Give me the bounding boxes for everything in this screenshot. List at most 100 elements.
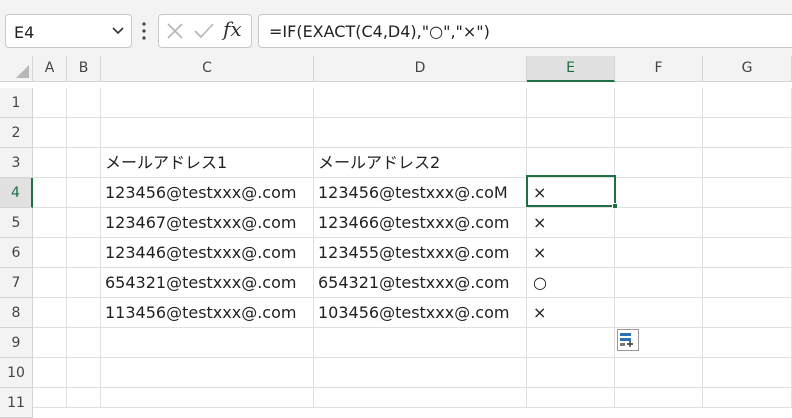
- cell-b9[interactable]: [67, 328, 101, 358]
- cell-c9[interactable]: [101, 328, 314, 358]
- cell-f5[interactable]: [615, 208, 703, 238]
- cell-e1[interactable]: [527, 88, 615, 118]
- row-header-9[interactable]: 9: [0, 328, 33, 358]
- column-header-f[interactable]: F: [615, 56, 703, 82]
- cell-b10[interactable]: [67, 358, 101, 388]
- formula-text[interactable]: =IF(EXACT(C4,D4),"○","×"): [269, 22, 490, 41]
- cell-g6[interactable]: [703, 238, 792, 268]
- cell-b3[interactable]: [67, 148, 101, 178]
- cell-e9[interactable]: [527, 328, 615, 358]
- cell-a11[interactable]: [33, 388, 67, 408]
- cell-a1[interactable]: [33, 88, 67, 118]
- cell-g2[interactable]: [703, 118, 792, 148]
- cell-d4[interactable]: 123456@testxxx@.coM: [314, 178, 527, 208]
- paste-options-button[interactable]: [617, 329, 639, 351]
- cell-c4[interactable]: 123456@testxxx@.com: [101, 178, 314, 208]
- cell-d1[interactable]: [314, 88, 527, 118]
- cell-d5[interactable]: 123466@testxxx@.com: [314, 208, 527, 238]
- fill-handle[interactable]: [612, 203, 618, 209]
- cell-a3[interactable]: [33, 148, 67, 178]
- cell-d2[interactable]: [314, 118, 527, 148]
- cell-g5[interactable]: [703, 208, 792, 238]
- row-header-2[interactable]: 2: [0, 118, 33, 148]
- cell-g3[interactable]: [703, 148, 792, 178]
- select-all-button[interactable]: [0, 56, 33, 82]
- cell-a9[interactable]: [33, 328, 67, 358]
- column-header-g[interactable]: G: [703, 56, 792, 82]
- cell-a6[interactable]: [33, 238, 67, 268]
- row-header-7[interactable]: 7: [0, 268, 33, 298]
- cell-c7[interactable]: 654321@testxxx@.com: [101, 268, 314, 298]
- row-header-4[interactable]: 4: [0, 178, 33, 208]
- cell-c10[interactable]: [101, 358, 314, 388]
- cell-e5[interactable]: ×: [527, 208, 615, 238]
- row-header-1[interactable]: 1: [0, 88, 33, 118]
- cell-g9[interactable]: [703, 328, 792, 358]
- row-header-10[interactable]: 10: [0, 358, 33, 388]
- cell-b5[interactable]: [67, 208, 101, 238]
- cell-g8[interactable]: [703, 298, 792, 328]
- cell-b11[interactable]: [67, 388, 101, 408]
- cell-d9[interactable]: [314, 328, 527, 358]
- cell-f3[interactable]: [615, 148, 703, 178]
- row-header-3[interactable]: 3: [0, 148, 33, 178]
- column-header-a[interactable]: A: [33, 56, 67, 82]
- cell-g1[interactable]: [703, 88, 792, 118]
- cell-f8[interactable]: [615, 298, 703, 328]
- row-header-5[interactable]: 5: [0, 208, 33, 238]
- name-box[interactable]: E4: [5, 14, 132, 48]
- cell-d11[interactable]: [314, 388, 527, 408]
- cell-c3[interactable]: メールアドレス1: [101, 148, 314, 178]
- cell-c11[interactable]: [101, 388, 314, 408]
- cell-e6[interactable]: ×: [527, 238, 615, 268]
- check-icon[interactable]: [193, 22, 215, 40]
- cell-e3[interactable]: [527, 148, 615, 178]
- row-header-11[interactable]: 11: [0, 388, 33, 418]
- cell-b8[interactable]: [67, 298, 101, 328]
- cell-f4[interactable]: [615, 178, 703, 208]
- cell-d10[interactable]: [314, 358, 527, 388]
- cell-g4[interactable]: [703, 178, 792, 208]
- column-header-d[interactable]: D: [314, 56, 527, 82]
- cell-a7[interactable]: [33, 268, 67, 298]
- formula-input[interactable]: =IF(EXACT(C4,D4),"○","×"): [258, 14, 792, 48]
- cell-c6[interactable]: 123446@testxxx@.com: [101, 238, 314, 268]
- cell-a10[interactable]: [33, 358, 67, 388]
- cell-c1[interactable]: [101, 88, 314, 118]
- cell-e10[interactable]: [527, 358, 615, 388]
- close-icon[interactable]: [166, 22, 184, 40]
- vertical-dots-icon[interactable]: [141, 20, 147, 42]
- cell-e8[interactable]: ×: [527, 298, 615, 328]
- cell-d7[interactable]: 654321@testxxx@.com: [314, 268, 527, 298]
- cell-a8[interactable]: [33, 298, 67, 328]
- column-header-e[interactable]: E: [527, 56, 615, 82]
- cell-b1[interactable]: [67, 88, 101, 118]
- cell-b7[interactable]: [67, 268, 101, 298]
- cell-f10[interactable]: [615, 358, 703, 388]
- cell-c8[interactable]: 113456@testxxx@.com: [101, 298, 314, 328]
- cell-e7[interactable]: ○: [527, 268, 615, 298]
- cell-c2[interactable]: [101, 118, 314, 148]
- cell-a2[interactable]: [33, 118, 67, 148]
- cell-g11[interactable]: [703, 388, 792, 408]
- cell-g10[interactable]: [703, 358, 792, 388]
- cell-f1[interactable]: [615, 88, 703, 118]
- cell-e2[interactable]: [527, 118, 615, 148]
- cell-f6[interactable]: [615, 238, 703, 268]
- cell-d8[interactable]: 103456@testxxx@.com: [314, 298, 527, 328]
- cell-a5[interactable]: [33, 208, 67, 238]
- cell-d3[interactable]: メールアドレス2: [314, 148, 527, 178]
- fx-icon[interactable]: fx: [223, 17, 242, 41]
- name-box-value[interactable]: E4: [14, 23, 34, 42]
- chevron-down-icon[interactable]: [111, 23, 125, 37]
- row-header-8[interactable]: 8: [0, 298, 33, 328]
- cell-b6[interactable]: [67, 238, 101, 268]
- column-header-b[interactable]: B: [67, 56, 101, 82]
- column-header-c[interactable]: C: [101, 56, 314, 82]
- cell-f7[interactable]: [615, 268, 703, 298]
- cell-f2[interactable]: [615, 118, 703, 148]
- cell-e11[interactable]: [527, 388, 615, 408]
- cell-d6[interactable]: 123455@testxxx@.com: [314, 238, 527, 268]
- cell-g7[interactable]: [703, 268, 792, 298]
- cell-c5[interactable]: 123467@testxxx@.com: [101, 208, 314, 238]
